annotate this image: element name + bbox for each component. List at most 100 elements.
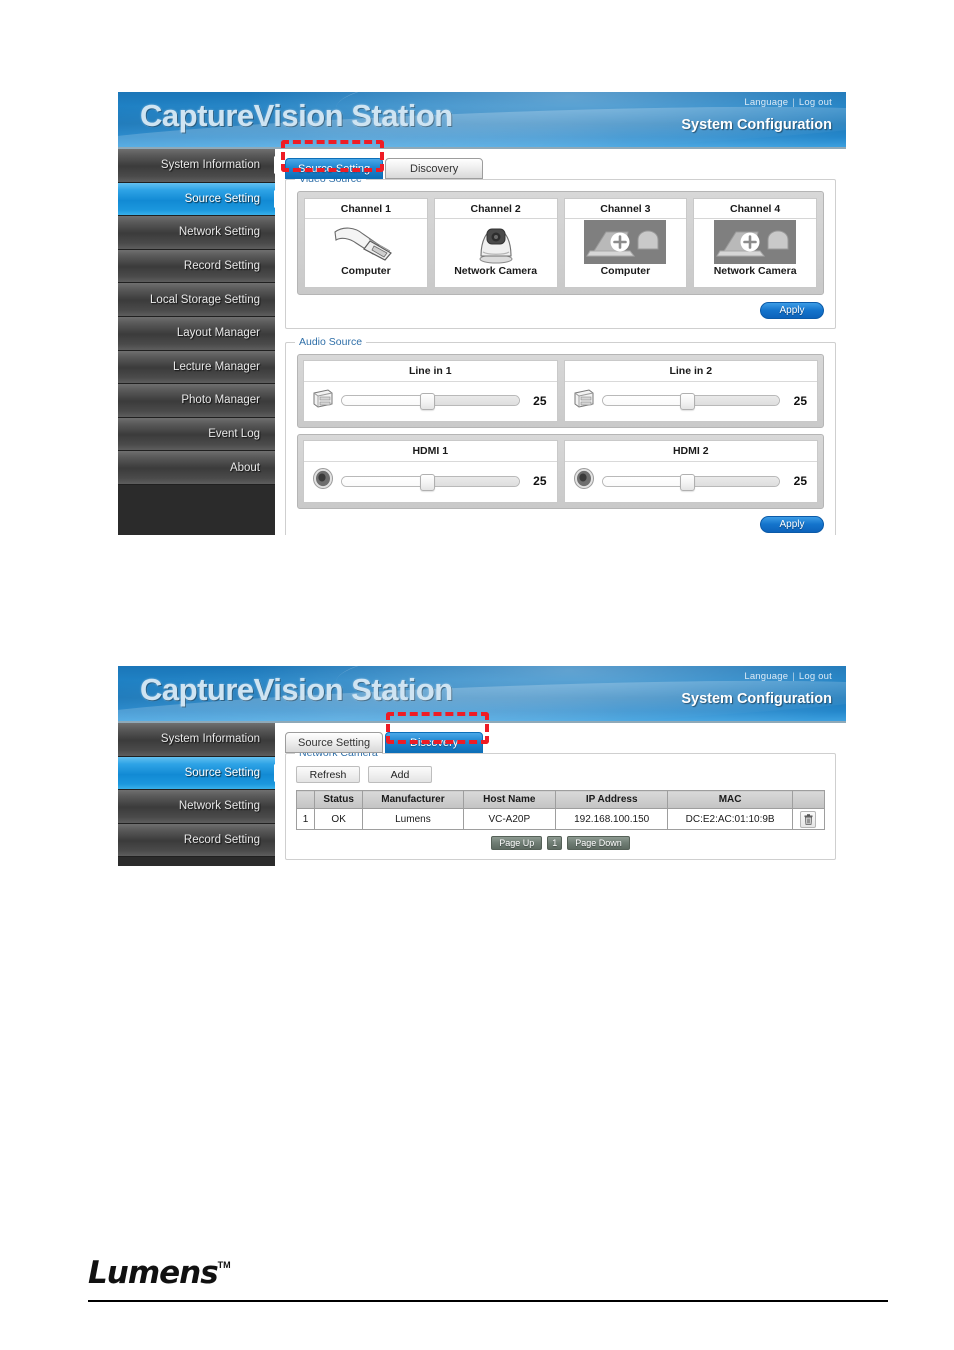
audio-apply-button[interactable]: Apply xyxy=(760,516,824,533)
channel-title: Channel 2 xyxy=(434,199,557,219)
tab-label: Discovery xyxy=(410,736,459,749)
content-pane: Source Setting Discovery Network Camera … xyxy=(275,723,846,866)
cell-mac: DC:E2:AC:01:10:9B xyxy=(667,808,793,830)
page-number[interactable]: 1 xyxy=(547,836,563,850)
audio-source-legend: Audio Source xyxy=(295,336,367,348)
hdmi-2-volume-slider[interactable] xyxy=(601,473,780,491)
cell-manufacturer: Lumens xyxy=(362,808,464,830)
header-links: Language | Log out xyxy=(744,671,832,682)
sidebar-item-label: Layout Manager xyxy=(176,327,260,340)
cell-status: OK xyxy=(314,808,364,830)
channel-source-label: Network Camera xyxy=(713,265,797,277)
sidebar-item-photo-manager[interactable]: Photo Manager xyxy=(118,384,275,418)
audio-card-title: HDMI 2 xyxy=(564,441,817,462)
app-brand-title: CaptureVision Station xyxy=(140,98,453,133)
audio-card-title: Line in 2 xyxy=(564,361,817,382)
sidebar-item-system-information[interactable]: System Information xyxy=(118,149,284,183)
channel-source-label: Network Camera xyxy=(454,265,538,277)
sidebar-item-record-setting[interactable]: Record Setting xyxy=(118,249,275,284)
add-source-thumbnail-icon xyxy=(565,219,687,265)
column-manufacturer: Manufacturer xyxy=(362,790,464,809)
network-camera-toolbar: Refresh Add xyxy=(296,766,825,783)
cell-delete[interactable] xyxy=(791,808,826,830)
sidebar-item-local-storage-setting[interactable]: Local Storage Setting xyxy=(118,283,275,317)
audio-card-line-in-2: Line in 2 25 xyxy=(563,360,818,422)
audio-control-row: 25 xyxy=(565,462,818,502)
lumens-logo-text: Lumens xyxy=(88,1255,219,1291)
audio-hdmi-strip: HDMI 1 25 HDMI 2 25 xyxy=(297,434,824,509)
app-body: System Information Source Setting Networ… xyxy=(118,723,846,866)
channel-source-label: Computer xyxy=(341,265,391,277)
cell-ip-address: 192.168.100.150 xyxy=(554,808,669,830)
refresh-button[interactable]: Refresh xyxy=(296,766,360,783)
slider-filled xyxy=(342,476,425,486)
video-channel-3[interactable]: Channel 3 Computer xyxy=(563,198,688,288)
video-channel-strip: Channel 1 Computer Channel 2 Network Cam… xyxy=(297,191,824,295)
tab-source-setting[interactable]: Source Setting xyxy=(285,732,384,753)
sidebar-item-network-setting[interactable]: Network Setting xyxy=(118,790,275,824)
line-in-jack-icon xyxy=(312,388,334,413)
page-up-button[interactable]: Page Up xyxy=(491,836,543,850)
add-source-thumbnail-icon xyxy=(694,219,816,265)
header-link-separator: | xyxy=(792,671,795,682)
tab-discovery[interactable]: Discovery xyxy=(385,158,484,179)
line-in-1-volume-value: 25 xyxy=(533,393,547,408)
channel-source-label: Computer xyxy=(600,265,651,277)
video-channel-1[interactable]: Channel 1 Computer xyxy=(304,198,428,288)
slider-filled xyxy=(342,396,425,405)
sidebar-item-event-log[interactable]: Event Log xyxy=(118,417,275,452)
ptz-camera-icon xyxy=(435,219,557,265)
line-in-jack-icon xyxy=(573,388,595,413)
sidebar-item-about[interactable]: About xyxy=(118,451,275,485)
slider-handle[interactable] xyxy=(680,393,696,410)
channel-title: Channel 4 xyxy=(694,199,816,219)
sidebar-item-lecture-manager[interactable]: Lecture Manager xyxy=(118,350,275,385)
slider-handle[interactable] xyxy=(419,393,435,410)
sidebar-item-label: Network Setting xyxy=(178,226,260,239)
slider-rest xyxy=(685,476,779,486)
tab-source-setting[interactable]: Source Setting xyxy=(285,158,384,179)
tab-discovery[interactable]: Discovery xyxy=(385,732,484,753)
language-link[interactable]: Language xyxy=(744,97,788,108)
page-down-button[interactable]: Page Down xyxy=(567,836,630,850)
video-channel-2[interactable]: Channel 2 Network Camera xyxy=(433,198,558,288)
video-apply-button[interactable]: Apply xyxy=(760,302,824,319)
slider-filled xyxy=(602,396,686,405)
sidebar-item-record-setting[interactable]: Record Setting xyxy=(118,823,275,858)
video-apply-row: Apply xyxy=(297,302,824,319)
sidebar-item-system-information[interactable]: System Information xyxy=(118,723,275,757)
language-link[interactable]: Language xyxy=(744,671,788,682)
sidebar-item-layout-manager[interactable]: Layout Manager xyxy=(118,316,275,351)
slider-handle[interactable] xyxy=(680,473,696,491)
slider-handle[interactable] xyxy=(419,473,435,491)
trash-icon[interactable] xyxy=(800,810,817,828)
cell-host-name: VC-A20P xyxy=(462,808,556,830)
line-in-2-volume-slider[interactable] xyxy=(601,393,780,410)
header-link-separator: | xyxy=(792,97,795,108)
audio-source-group: Audio Source Line in 1 25 Line in 2 25 H… xyxy=(285,336,836,535)
slider-filled xyxy=(602,476,686,486)
sidebar-item-network-setting[interactable]: Network Setting xyxy=(118,216,275,250)
table-row[interactable]: 1 OK Lumens VC-A20P 192.168.100.150 DC:E… xyxy=(295,808,826,830)
slider-rest xyxy=(424,396,519,405)
line-in-1-volume-slider[interactable] xyxy=(341,393,520,410)
speaker-icon xyxy=(573,468,595,494)
sidebar-item-label: Record Setting xyxy=(183,260,260,273)
app-header: CaptureVision Station Language | Log out S… xyxy=(118,666,846,723)
app-body: System Information Source Setting Networ… xyxy=(118,149,846,535)
hdmi-1-volume-slider[interactable] xyxy=(341,473,520,491)
footer: Lumens TM xyxy=(88,1258,888,1289)
sidebar-item-source-setting[interactable]: Source Setting xyxy=(118,182,284,217)
audio-control-row: 25 xyxy=(565,382,818,421)
sidebar-item-label: Lecture Manager xyxy=(173,360,260,373)
add-button[interactable]: Add xyxy=(368,766,432,783)
logout-link[interactable]: Log out xyxy=(799,671,832,682)
logout-link[interactable]: Log out xyxy=(799,97,832,108)
video-channel-4[interactable]: Channel 4 Network Camera xyxy=(693,198,817,288)
sidebar-nav: System Information Source Setting Networ… xyxy=(118,149,284,535)
tab-bar: Source Setting Discovery xyxy=(285,158,836,179)
slider-rest xyxy=(685,396,779,405)
sidebar-item-source-setting[interactable]: Source Setting xyxy=(118,756,284,791)
sidebar-item-label: Record Setting xyxy=(183,834,260,847)
network-camera-group: Network Camera Refresh Add Status Manufa… xyxy=(285,747,836,860)
